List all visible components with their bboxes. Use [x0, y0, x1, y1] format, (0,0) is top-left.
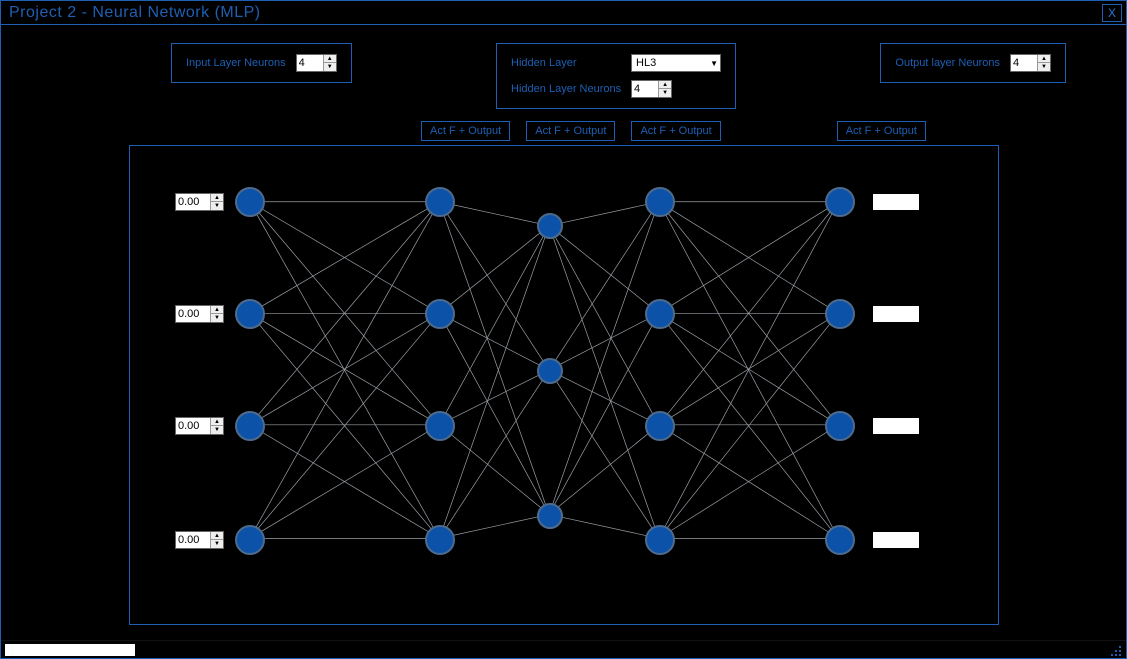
connection-line — [439, 226, 549, 314]
connection-line — [549, 202, 659, 370]
connection-line — [549, 226, 659, 539]
connection-line — [439, 202, 549, 370]
hidden-layer-label: Hidden Layer — [511, 57, 621, 69]
hidden-neurons-stepper[interactable]: ▲ ▼ — [631, 80, 672, 98]
output-layer-group: Output layer Neurons ▲ ▼ — [880, 43, 1066, 83]
connection-line — [439, 226, 549, 539]
connection-line — [549, 425, 659, 515]
connection-line — [549, 202, 659, 515]
close-icon: X — [1108, 6, 1116, 20]
chevron-down-icon[interactable]: ▼ — [324, 63, 336, 71]
chevron-up-icon[interactable]: ▲ — [211, 306, 223, 314]
config-row: Input Layer Neurons ▲ ▼ Hidden Layer HL3… — [1, 25, 1126, 117]
neuron-input[interactable] — [235, 411, 265, 441]
activation-button-h1[interactable]: Act F + Output — [421, 121, 510, 141]
output-value-box — [873, 418, 919, 434]
chevron-up-icon[interactable]: ▲ — [211, 418, 223, 426]
input-neurons-stepper[interactable]: ▲ ▼ — [296, 54, 337, 72]
neuron-output[interactable] — [825, 299, 855, 329]
connection-line — [549, 370, 659, 425]
neuron-hidden1[interactable] — [425, 525, 455, 555]
input-value-stepper[interactable]: ▲▼ — [175, 417, 224, 435]
neuron-input[interactable] — [235, 187, 265, 217]
hidden-layer-group: Hidden Layer HL3 ▼ Hidden Layer Neurons … — [496, 43, 736, 109]
connection-lines — [130, 146, 998, 624]
connection-line — [439, 514, 549, 538]
output-layer-label: Output layer Neurons — [895, 57, 1000, 69]
connection-line — [439, 202, 549, 515]
output-value-box — [873, 306, 919, 322]
hidden-neurons-value[interactable] — [632, 81, 658, 97]
connection-line — [439, 313, 549, 514]
input-value-field[interactable] — [176, 532, 210, 548]
connection-line — [439, 370, 549, 425]
window-title: Project 2 - Neural Network (MLP) — [9, 4, 261, 22]
input-neurons-value[interactable] — [297, 55, 323, 71]
hidden-neurons-label: Hidden Layer Neurons — [511, 83, 621, 95]
connection-line — [439, 425, 549, 515]
neuron-hidden1[interactable] — [425, 187, 455, 217]
output-neurons-stepper[interactable]: ▲ ▼ — [1010, 54, 1051, 72]
connection-line — [549, 313, 659, 370]
neuron-hidden2[interactable] — [537, 503, 563, 529]
neuron-output[interactable] — [825, 411, 855, 441]
neuron-hidden3[interactable] — [645, 299, 675, 329]
neuron-output[interactable] — [825, 187, 855, 217]
neuron-hidden1[interactable] — [425, 411, 455, 441]
neuron-input[interactable] — [235, 299, 265, 329]
chevron-up-icon[interactable]: ▲ — [659, 81, 671, 89]
chevron-down-icon[interactable]: ▼ — [211, 314, 223, 322]
chevron-down-icon[interactable]: ▼ — [211, 202, 223, 210]
neuron-hidden1[interactable] — [425, 299, 455, 329]
main-window: Project 2 - Neural Network (MLP) X Input… — [0, 0, 1127, 659]
status-bar — [1, 640, 1126, 658]
activation-button-h2[interactable]: Act F + Output — [526, 121, 615, 141]
neuron-hidden3[interactable] — [645, 411, 675, 441]
chevron-down-icon: ▼ — [710, 59, 718, 68]
chevron-down-icon[interactable]: ▼ — [211, 540, 223, 548]
connection-line — [439, 313, 549, 370]
input-value-stepper[interactable]: ▲▼ — [175, 193, 224, 211]
connection-line — [549, 202, 659, 226]
output-value-box — [873, 194, 919, 210]
connection-line — [549, 313, 659, 514]
hidden-layer-selected: HL3 — [636, 57, 656, 69]
chevron-up-icon[interactable]: ▲ — [211, 532, 223, 540]
input-value-stepper[interactable]: ▲▼ — [175, 305, 224, 323]
neuron-hidden2[interactable] — [537, 213, 563, 239]
input-value-field[interactable] — [176, 194, 210, 210]
chevron-up-icon[interactable]: ▲ — [1038, 55, 1050, 63]
activation-button-h3[interactable]: Act F + Output — [631, 121, 720, 141]
neuron-hidden3[interactable] — [645, 525, 675, 555]
output-value-box — [873, 532, 919, 548]
chevron-up-icon[interactable]: ▲ — [324, 55, 336, 63]
input-layer-group: Input Layer Neurons ▲ ▼ — [171, 43, 352, 83]
output-neurons-value[interactable] — [1011, 55, 1037, 71]
chevron-down-icon[interactable]: ▼ — [659, 89, 671, 97]
chevron-down-icon[interactable]: ▼ — [1038, 63, 1050, 71]
connection-line — [549, 514, 659, 538]
hidden-layer-select[interactable]: HL3 ▼ — [631, 54, 721, 72]
neuron-input[interactable] — [235, 525, 265, 555]
input-value-field[interactable] — [176, 418, 210, 434]
title-bar: Project 2 - Neural Network (MLP) X — [1, 1, 1126, 25]
status-indicator — [5, 644, 135, 656]
neuron-output[interactable] — [825, 525, 855, 555]
neuron-hidden3[interactable] — [645, 187, 675, 217]
chevron-down-icon[interactable]: ▼ — [211, 426, 223, 434]
neuron-hidden2[interactable] — [537, 358, 563, 384]
close-button[interactable]: X — [1102, 4, 1122, 22]
network-canvas: ▲▼▲▼▲▼▲▼ — [129, 145, 999, 625]
resize-grip-icon[interactable] — [1108, 643, 1122, 657]
connection-line — [439, 202, 549, 226]
connection-line — [549, 226, 659, 314]
input-value-field[interactable] — [176, 306, 210, 322]
chevron-up-icon[interactable]: ▲ — [211, 194, 223, 202]
activation-button-out[interactable]: Act F + Output — [837, 121, 926, 141]
input-layer-label: Input Layer Neurons — [186, 57, 286, 69]
input-value-stepper[interactable]: ▲▼ — [175, 531, 224, 549]
